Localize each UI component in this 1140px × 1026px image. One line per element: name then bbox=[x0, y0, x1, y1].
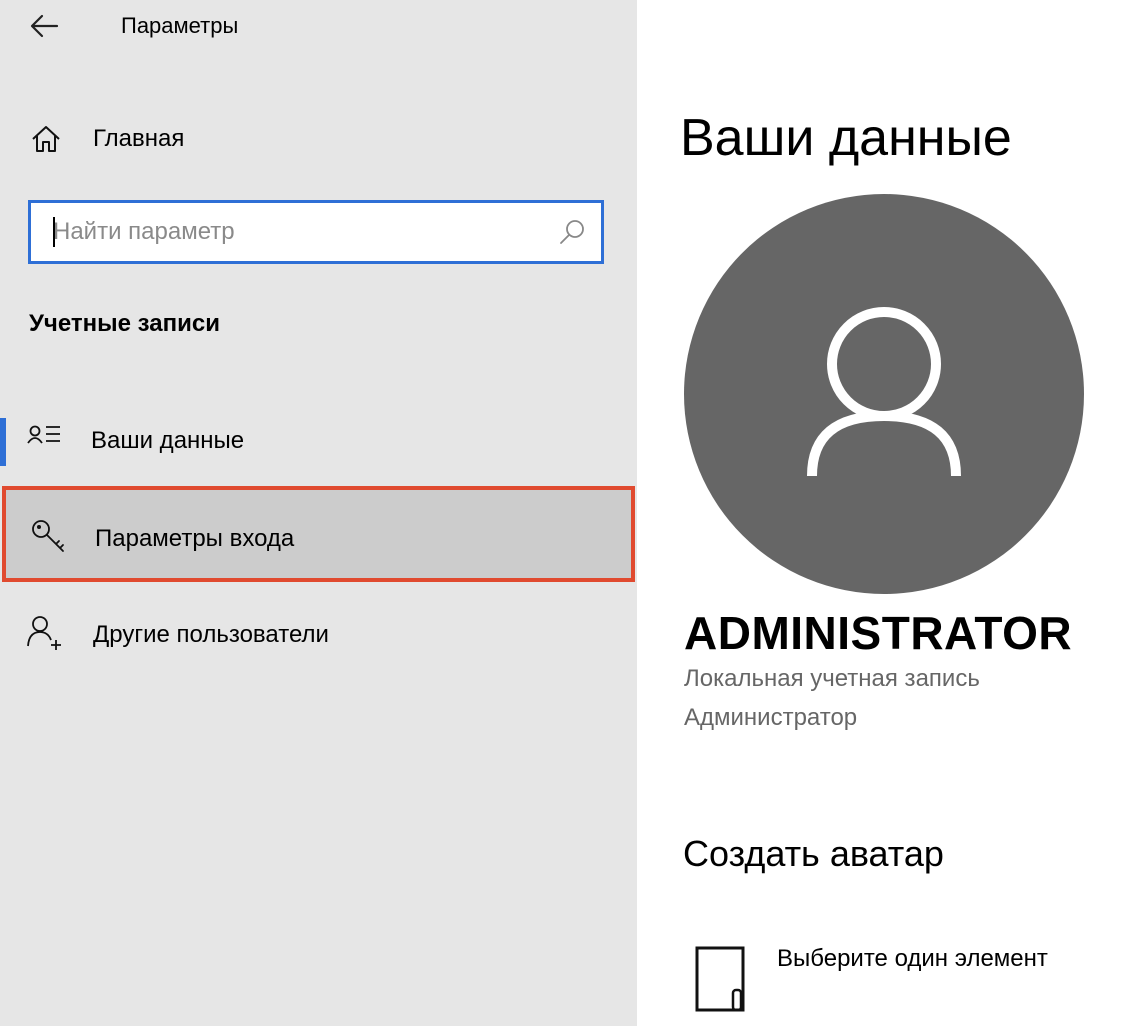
page-title: Ваши данные bbox=[680, 109, 1012, 167]
sidebar-item-label: Другие пользователи bbox=[93, 621, 329, 648]
key-icon bbox=[32, 520, 64, 552]
section-title: Учетные записи bbox=[29, 310, 220, 337]
user-name: ADMINISTRATOR bbox=[684, 607, 1073, 659]
user-details-icon bbox=[27, 425, 60, 444]
file-browse-icon bbox=[695, 946, 745, 1012]
sidebar-item-your-info[interactable]: Ваши данные bbox=[0, 394, 637, 490]
sidebar-item-sign-in-options[interactable]: Параметры входа bbox=[2, 486, 635, 582]
main-content: Ваши данные ADMINISTRATOR Локальная учет… bbox=[637, 0, 1140, 1026]
search-icon[interactable] bbox=[557, 217, 587, 247]
user-avatar-icon bbox=[807, 307, 961, 477]
back-button[interactable] bbox=[22, 6, 66, 46]
back-arrow-icon bbox=[30, 14, 59, 38]
account-type: Локальная учетная запись bbox=[684, 665, 980, 692]
sidebar-item-label: Параметры входа bbox=[95, 525, 295, 552]
nav-home[interactable]: Главная bbox=[0, 110, 637, 168]
account-role: Администратор bbox=[684, 704, 858, 731]
add-user-icon bbox=[27, 616, 61, 650]
create-avatar-heading: Создать аватар bbox=[683, 833, 944, 874]
nav-home-label: Главная bbox=[93, 125, 185, 152]
active-indicator bbox=[0, 418, 6, 466]
search-input[interactable] bbox=[31, 203, 551, 261]
choose-item-button[interactable]: Выберите один элемент bbox=[683, 940, 1123, 1020]
sidebar-item-other-users[interactable]: Другие пользователи bbox=[0, 588, 637, 684]
search-box[interactable] bbox=[28, 200, 604, 264]
text-caret bbox=[53, 217, 55, 247]
sidebar-item-label: Ваши данные bbox=[91, 427, 245, 454]
app-title: Параметры bbox=[121, 13, 239, 38]
sidebar: Параметры Главная Учетные записи Ваши да… bbox=[0, 0, 637, 1026]
choose-item-label: Выберите один элемент bbox=[777, 945, 1048, 972]
avatar bbox=[684, 194, 1084, 594]
home-icon bbox=[32, 126, 60, 152]
